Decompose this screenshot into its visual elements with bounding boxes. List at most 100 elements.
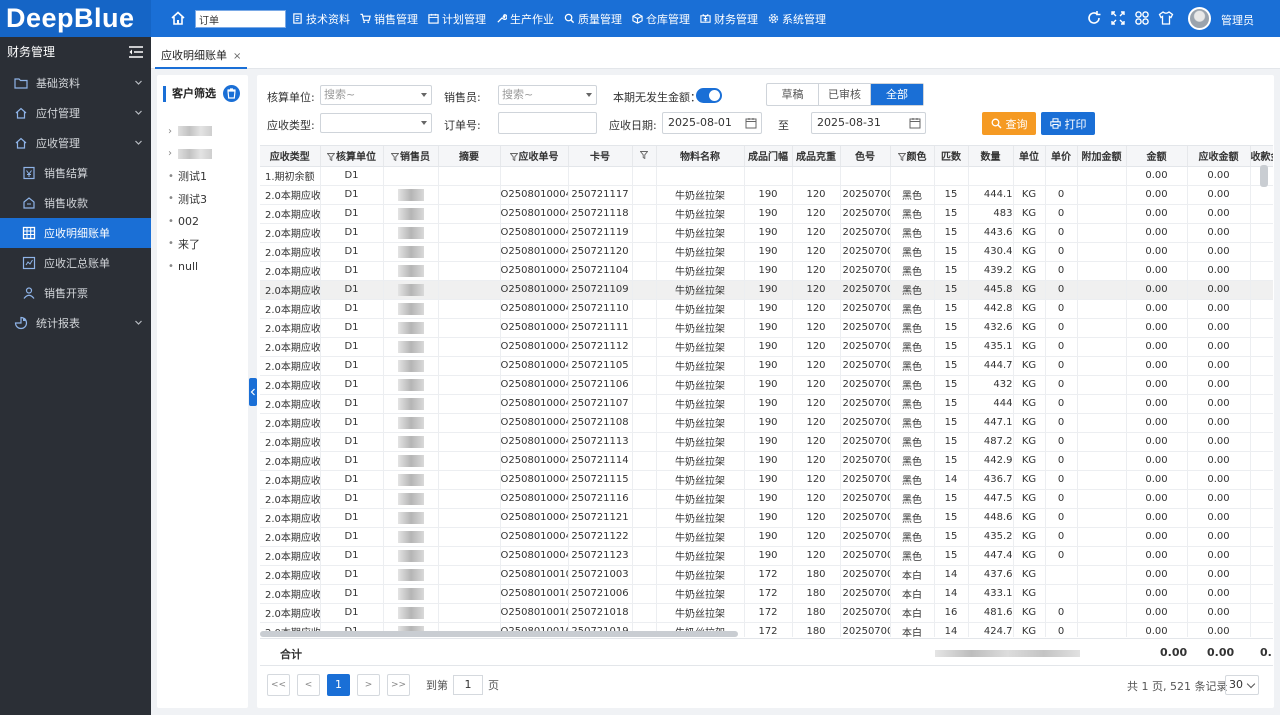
column-header[interactable]: 收款金额 <box>1250 146 1273 167</box>
tab-receivable-detail[interactable]: 应收明细账单 × <box>155 42 248 69</box>
table-row[interactable]: 2.0本期应收 D1 O2508010004 250721108 牛奶丝拉架 190 120… <box>260 413 1273 433</box>
customer-item[interactable]: • 测试3 <box>168 188 246 211</box>
sidebar-item-1[interactable]: 应付管理 <box>0 98 151 128</box>
customer-item[interactable]: › <box>168 120 246 143</box>
column-header[interactable]: 卡号 <box>568 146 633 167</box>
sidebar-item-0[interactable]: 基础资料 <box>0 68 151 98</box>
top-menu-item-0[interactable]: 技术资料 <box>292 11 350 27</box>
column-header[interactable]: 销售员 <box>383 146 439 167</box>
fullscreen-icon[interactable] <box>1110 10 1126 26</box>
next-page-button[interactable]: > <box>357 674 380 696</box>
column-header[interactable]: 应收单号 <box>500 146 569 167</box>
column-header[interactable]: 摘要 <box>438 146 501 167</box>
table-row[interactable]: 2.0本期应收 D1 O2508010010 250721003 牛奶丝拉架 172 180… <box>260 565 1273 585</box>
fold-menu-icon[interactable] <box>129 46 143 58</box>
top-menu-item-3[interactable]: 生产作业 <box>496 11 554 27</box>
filter-icon[interactable] <box>639 151 648 160</box>
table-row[interactable]: 2.0本期应收 D1 O2508010004 250721104 牛奶丝拉架 190 120… <box>260 261 1273 281</box>
column-header[interactable]: 颜色 <box>890 146 935 167</box>
goto-page-input[interactable]: 1 <box>453 675 483 695</box>
table-row[interactable]: 2.0本期应收 D1 O2508010004 250721122 牛奶丝拉架 190 120… <box>260 527 1273 547</box>
table-row[interactable]: 2.0本期应收 D1 O2508010004 250721123 牛奶丝拉架 190 120… <box>260 546 1273 566</box>
last-page-button[interactable]: >> <box>387 674 410 696</box>
page-1-button[interactable]: 1 <box>327 674 350 696</box>
column-header[interactable]: 成品门幅 <box>744 146 793 167</box>
column-header[interactable]: 应收金额 <box>1187 146 1251 167</box>
table-row[interactable]: 2.0本期应收 D1 O2508010004 250721109 牛奶丝拉架 190 120… <box>260 280 1273 300</box>
table-row[interactable]: 2.0本期应收 D1 O2508010004 250721121 牛奶丝拉架 190 120… <box>260 508 1273 528</box>
sidebar-item-8[interactable]: 统计报表 <box>0 308 151 338</box>
column-header[interactable]: 应收类型 <box>260 146 321 167</box>
top-menu-item-1[interactable]: 销售管理 <box>360 11 418 27</box>
table-row[interactable]: 2.0本期应收 D1 O2508010004 250721120 牛奶丝拉架 190 120… <box>260 242 1273 262</box>
column-header[interactable]: 金额 <box>1126 146 1188 167</box>
query-button[interactable]: 查询 <box>982 112 1036 135</box>
tab-close-icon[interactable]: × <box>233 51 241 62</box>
first-page-button[interactable]: << <box>267 674 290 696</box>
table-row[interactable]: 2.0本期应收 D1 O2508010004 250721119 牛奶丝拉架 190 120… <box>260 223 1273 243</box>
customer-item[interactable]: • 来了 <box>168 233 246 256</box>
column-header[interactable]: 附加金额 <box>1077 146 1127 167</box>
table-row[interactable]: 2.0本期应收 D1 O2508010004 250721115 牛奶丝拉架 190 120… <box>260 470 1273 490</box>
no-amount-toggle[interactable] <box>696 88 722 103</box>
table-row[interactable]: 2.0本期应收 D1 O2508010004 250721110 牛奶丝拉架 190 120… <box>260 299 1273 319</box>
panel-collapse-handle[interactable] <box>249 378 257 406</box>
theme-shirt-icon[interactable] <box>1158 10 1174 26</box>
status-tab-0[interactable]: 草稿 <box>767 84 819 105</box>
filter-icon[interactable] <box>897 153 906 162</box>
filter-icon[interactable] <box>391 153 399 162</box>
table-row[interactable]: 2.0本期应收 D1 O2508010004 250721116 牛奶丝拉架 190 120… <box>260 489 1273 509</box>
filter-icon[interactable] <box>327 153 335 162</box>
top-menu-item-7[interactable]: 系统管理 <box>768 11 826 27</box>
table-row[interactable]: 2.0本期应收 D1 O2508010004 250721107 牛奶丝拉架 190 120… <box>260 394 1273 414</box>
menu-search-input[interactable] <box>195 10 286 28</box>
table-row[interactable]: 2.0本期应收 D1 O2508010004 250721117 牛奶丝拉架 190 120… <box>260 185 1273 205</box>
refresh-icon[interactable] <box>1086 10 1102 26</box>
table-row[interactable]: 2.0本期应收 D1 O2508010004 250721112 牛奶丝拉架 190 120… <box>260 337 1273 357</box>
table-row[interactable]: 2.0本期应收 D1 O2508010004 250721105 牛奶丝拉架 190 120… <box>260 356 1273 376</box>
top-menu-item-6[interactable]: 财务管理 <box>700 11 758 27</box>
column-header[interactable]: 单价 <box>1045 146 1078 167</box>
customer-item[interactable]: • 测试1 <box>168 165 246 188</box>
status-tab-1[interactable]: 已审核 <box>819 84 871 105</box>
sidebar-item-6[interactable]: 应收汇总账单 <box>0 248 151 278</box>
top-menu-item-5[interactable]: 仓库管理 <box>632 11 690 27</box>
status-tab-2[interactable]: 全部 <box>871 84 923 105</box>
top-menu-item-2[interactable]: 计划管理 <box>428 11 486 27</box>
column-header[interactable]: 物料名称 <box>656 146 745 167</box>
home-icon[interactable] <box>170 10 186 26</box>
column-header[interactable]: 成品克重 <box>792 146 841 167</box>
customer-item[interactable]: • null <box>168 255 246 278</box>
table-row[interactable]: 2.0本期应收 D1 O2508010010 250721006 牛奶丝拉架 172 180… <box>260 584 1273 604</box>
table-row[interactable]: 2.0本期应收 D1 O2508010010 250721018 牛奶丝拉架 172 180… <box>260 603 1273 623</box>
column-header[interactable]: 核算单位 <box>320 146 384 167</box>
username[interactable]: 管理员 <box>1221 12 1254 28</box>
table-row[interactable]: 2.0本期应收 D1 O2508010004 250721111 牛奶丝拉架 190 120… <box>260 318 1273 338</box>
column-header[interactable]: 数量 <box>968 146 1014 167</box>
table-row[interactable]: 2.0本期应收 D1 O2508010004 250721118 牛奶丝拉架 190 120… <box>260 204 1273 224</box>
clear-filter-button[interactable] <box>223 85 240 102</box>
table-row[interactable]: 2.0本期应收 D1 O2508010004 250721114 牛奶丝拉架 190 120… <box>260 451 1273 471</box>
customer-item[interactable]: › <box>168 143 246 166</box>
sidebar-item-3[interactable]: 销售结算 <box>0 158 151 188</box>
table-row[interactable]: 2.0本期应收 D1 O2508010004 250721113 牛奶丝拉架 190 120… <box>260 432 1273 452</box>
type-select[interactable] <box>320 113 432 133</box>
date-to-input[interactable]: 2025-08-31 <box>811 112 926 134</box>
customer-item[interactable]: • 002 <box>168 210 246 233</box>
print-button[interactable]: 打印 <box>1041 112 1095 135</box>
page-size-select[interactable]: 30 <box>1225 675 1259 695</box>
column-header[interactable]: 色号 <box>840 146 891 167</box>
order-no-input[interactable] <box>498 112 597 134</box>
top-menu-item-4[interactable]: 质量管理 <box>564 11 622 27</box>
avatar[interactable] <box>1188 7 1211 30</box>
unit-select[interactable]: 搜索~ <box>320 85 432 105</box>
apps-icon[interactable] <box>1134 10 1150 26</box>
filter-icon[interactable] <box>509 153 518 162</box>
prev-page-button[interactable]: < <box>297 674 320 696</box>
sidebar-item-7[interactable]: 销售开票 <box>0 278 151 308</box>
sidebar-item-4[interactable]: 销售收款 <box>0 188 151 218</box>
horizontal-scrollbar[interactable] <box>260 631 738 637</box>
sidebar-item-2[interactable]: 应收管理 <box>0 128 151 158</box>
column-header[interactable]: 单位 <box>1013 146 1046 167</box>
salesman-select[interactable]: 搜索~ <box>498 85 597 105</box>
